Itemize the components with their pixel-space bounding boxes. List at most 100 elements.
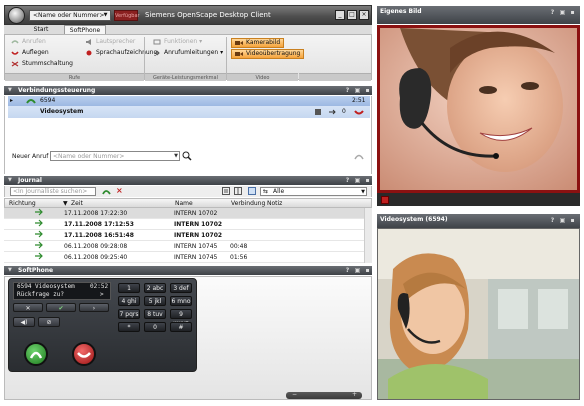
stop-video-icon[interactable] — [381, 196, 389, 204]
hide-icon[interactable]: ▪ — [364, 177, 371, 184]
journal-filter-select[interactable]: ⇆ Alle ▼ — [260, 187, 367, 196]
keypad-key[interactable]: # — [170, 322, 192, 332]
keypad-key[interactable]: 7 pqrs — [118, 309, 140, 319]
delete-icon[interactable]: × — [116, 186, 123, 195]
end-call-button[interactable] — [72, 342, 96, 366]
column-richtung[interactable]: Richtung — [9, 199, 36, 208]
keypad-key[interactable]: * — [118, 322, 140, 332]
chevron-down-icon[interactable]: ▼ — [361, 188, 365, 196]
new-call-input[interactable]: <Name oder Nummer> ▼ — [50, 151, 180, 161]
help-icon[interactable]: ? — [344, 267, 351, 274]
app-title: Siemens OpenScape Desktop Client — [145, 11, 271, 19]
call-party-row[interactable]: Videosystem 0 — [8, 106, 370, 118]
answer-call-button[interactable] — [24, 342, 48, 366]
collapse-arrow-icon[interactable]: ▼ — [8, 266, 12, 275]
collapse-arrow-icon[interactable]: ▼ — [8, 176, 12, 185]
voice-recording-button[interactable]: Sprachaufzeichnung — [85, 49, 157, 57]
keypad-key[interactable]: 6 mno — [170, 296, 192, 306]
table-row[interactable]: 17.11.2008 17:12:53 INTERN 10702 — [4, 219, 364, 230]
columns-icon[interactable] — [234, 187, 242, 197]
undock-icon[interactable]: ▣ — [354, 267, 361, 274]
speaker-key[interactable]: ◀) — [13, 317, 35, 327]
table-row[interactable]: 17.11.2008 16:51:48 INTERN 10702 — [4, 230, 364, 241]
hangup-button[interactable]: Auflegen — [11, 49, 49, 57]
camera-image-toggle[interactable]: Kamerabild — [231, 38, 285, 48]
zoom-out-icon[interactable]: − — [292, 391, 297, 398]
hide-icon[interactable]: ▪ — [569, 217, 576, 224]
undock-icon[interactable]: ▣ — [354, 87, 361, 94]
keypad-key[interactable]: 8 tuv — [144, 309, 166, 319]
zoom-in-icon[interactable]: + — [352, 391, 357, 398]
search-icon[interactable] — [182, 151, 192, 163]
app-menu-orb[interactable] — [8, 7, 25, 24]
collapse-arrow-icon[interactable]: ▼ — [8, 86, 12, 95]
ok-softkey[interactable]: ✔ — [46, 303, 76, 312]
video-transmission-toggle[interactable]: Videoübertragung — [231, 49, 305, 59]
tab-softphone[interactable]: SoftPhone — [64, 25, 106, 34]
list-view-icon[interactable] — [222, 187, 230, 197]
hide-icon[interactable]: ▪ — [569, 9, 576, 16]
table-row[interactable]: 06.11.2008 09:28:08 INTERN 10745 00:48 — [4, 241, 364, 252]
journal-header[interactable]: ▼ Journal ? ▣ ▪ — [4, 176, 372, 185]
remote-video-title: Videosystem (6594) — [380, 216, 448, 223]
call-button[interactable]: Anrufen — [11, 38, 46, 46]
minimize-button[interactable]: _ — [335, 10, 345, 20]
column-verbindung[interactable]: Verbindung — [231, 199, 265, 208]
keypad-key[interactable]: 1 — [118, 283, 140, 293]
keypad-key[interactable]: 3 def — [170, 283, 192, 293]
phone-icon — [11, 39, 19, 45]
presence-status-button[interactable]: Verfügbar — [114, 10, 140, 21]
expand-arrow-icon[interactable]: ▸ — [10, 96, 13, 106]
mute-button[interactable]: Stummschaltung — [11, 60, 73, 68]
column-zeit[interactable]: Zeit — [71, 199, 83, 208]
zoom-slider[interactable]: − + — [286, 391, 362, 399]
table-row[interactable]: 17.11.2008 17:22:30 INTERN 10702 — [4, 208, 364, 219]
cancel-softkey[interactable]: ✕ — [13, 303, 43, 312]
call-forwarding-menu[interactable]: Anrufumleitungen ▾ — [153, 49, 223, 57]
journal-cell-name: INTERN 10745 — [174, 243, 218, 250]
dial-phone-icon[interactable] — [354, 151, 364, 163]
help-icon[interactable]: ? — [549, 9, 556, 16]
maximize-button[interactable]: □ — [347, 10, 357, 20]
journal-cell-name: INTERN 10702 — [174, 210, 218, 217]
hangup-icon[interactable] — [354, 108, 364, 121]
keypad-key[interactable]: 2 abc — [144, 283, 166, 293]
journal-search-input[interactable]: <In Journalliste suchen> — [10, 187, 96, 196]
undock-icon[interactable]: ▣ — [559, 9, 566, 16]
name-number-search-field[interactable]: <Name oder Nummer> ▼ — [29, 10, 111, 21]
chevron-down-icon[interactable]: ▼ — [102, 12, 109, 19]
call-control-header[interactable]: ▼ Verbindungssteuerung ? ▣ ▪ — [4, 86, 372, 95]
hide-icon[interactable]: ▪ — [364, 87, 371, 94]
tab-start[interactable]: Start — [26, 25, 56, 34]
help-icon[interactable]: ? — [344, 177, 351, 184]
functions-menu[interactable]: Funktionen ▾ — [153, 38, 202, 46]
next-softkey[interactable]: › — [79, 303, 109, 312]
column-notiz[interactable]: Notiz — [267, 199, 282, 208]
help-icon[interactable]: ? — [344, 87, 351, 94]
keypad-icon[interactable] — [314, 108, 322, 121]
undock-icon[interactable]: ▣ — [559, 217, 566, 224]
speaker-button[interactable]: Lautsprecher — [85, 38, 135, 46]
own-video-header: Eigenes Bild ? ▣ ▪ — [377, 6, 580, 24]
display-line-2: Rückfrage zu? > — [17, 291, 110, 299]
softphone-header[interactable]: ▼ SoftPhone ? ▣ ▪ — [4, 266, 372, 275]
table-row[interactable]: 06.11.2008 09:25:40 INTERN 10745 01:56 — [4, 252, 364, 263]
undock-icon[interactable]: ▣ — [354, 177, 361, 184]
journal-scrollbar[interactable] — [364, 208, 372, 263]
keypad-key[interactable]: 9 wxyz — [170, 309, 192, 327]
hide-icon[interactable]: ▪ — [364, 267, 371, 274]
keypad-key[interactable]: 5 jkl — [144, 296, 166, 306]
filter-icon[interactable] — [248, 187, 256, 197]
close-button[interactable]: × — [359, 10, 369, 20]
call-icon[interactable] — [102, 187, 111, 198]
keypad-key[interactable]: 4 ghi — [118, 296, 140, 306]
chevron-down-icon[interactable]: ▼ — [174, 152, 178, 161]
mute-key[interactable]: ⊘ — [38, 317, 60, 327]
active-call-row[interactable]: ▸ 6594 2:51 — [8, 96, 370, 106]
transfer-icon[interactable] — [328, 108, 336, 121]
column-name[interactable]: Name — [175, 199, 193, 208]
display-caller: 6594 Videosystem — [17, 283, 75, 290]
filter-arrows-icon: ⇆ — [263, 188, 269, 195]
help-icon[interactable]: ? — [549, 217, 556, 224]
keypad-key[interactable]: 0 — [144, 322, 166, 332]
